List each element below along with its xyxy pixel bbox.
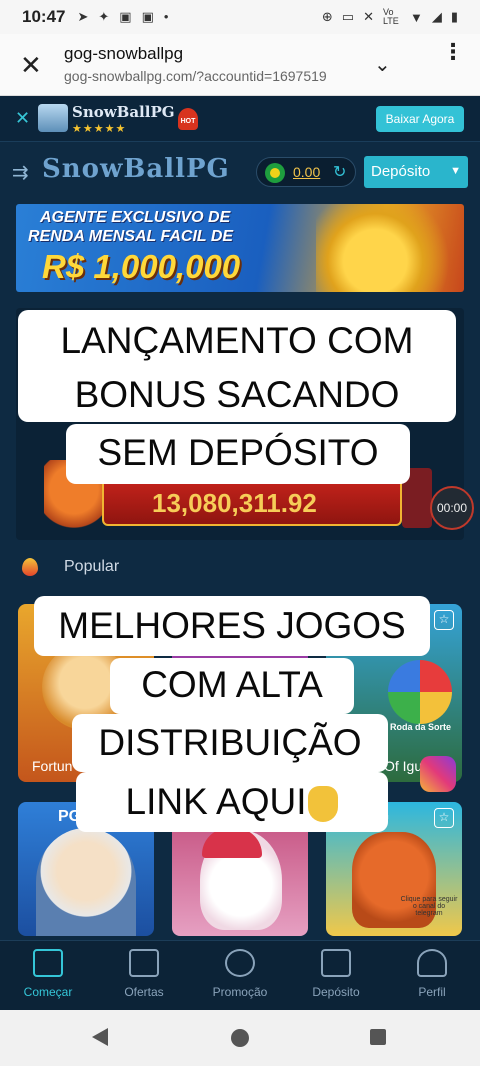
pointing-down-hand-icon bbox=[308, 786, 339, 823]
system-icons: ⊕ ▭ ✕ Vo LTE ▼ ◢ ▮ bbox=[322, 8, 458, 26]
nav-item-promocao[interactable]: Promoção bbox=[200, 949, 280, 999]
caption-line: LANÇAMENTO COM bbox=[60, 320, 414, 361]
site-header: ⇉ SnowBallPG 0.00 ↻ Depósito ▼ bbox=[0, 142, 480, 200]
nav-label: Depósito bbox=[312, 985, 360, 999]
app-logo bbox=[38, 104, 68, 132]
nav-label: Começar bbox=[23, 985, 73, 999]
close-promo-icon[interactable]: ✕ bbox=[15, 108, 30, 129]
more-options-icon[interactable]: ⋮ bbox=[442, 41, 464, 63]
telegram-note: Clique para seguir o canal do telegram bbox=[400, 896, 458, 917]
app-download-bar: ✕ SnowBallPG ★★★★★ HOT Baixar Agora bbox=[0, 96, 480, 142]
caption-overlay: SEM DEPÓSITO bbox=[66, 424, 410, 484]
menu-icon[interactable]: ⇉ bbox=[12, 160, 29, 185]
game-name: Fortun bbox=[32, 758, 73, 774]
favorite-star-icon[interactable]: ☆ bbox=[434, 808, 454, 828]
wheel-illustration bbox=[388, 660, 452, 724]
recents-icon[interactable] bbox=[370, 1029, 386, 1045]
phone-screen: 10:47 ➤ ✦ ▣ ▣ • ⊕ ▭ ✕ Vo LTE ▼ ◢ ▮ ✕ gog… bbox=[0, 0, 480, 1066]
caption-overlay: COM ALTA bbox=[110, 658, 354, 714]
android-navigation-bar bbox=[0, 1010, 480, 1066]
mute-icon: ✕ bbox=[363, 9, 374, 24]
data-saver-icon: ⊕ bbox=[321, 9, 333, 24]
wallet-icon bbox=[321, 949, 351, 977]
volte-icon: Vo LTE bbox=[382, 7, 399, 26]
status-bar: 10:47 ➤ ✦ ▣ ▣ • ⊕ ▭ ✕ Vo LTE ▼ ◢ ▮ bbox=[0, 0, 480, 34]
telegram-icon: ➤ bbox=[77, 9, 89, 24]
notification-icons: ➤ ✦ ▣ ▣ • bbox=[77, 9, 168, 25]
caption-line: LINK AQUI bbox=[125, 781, 307, 822]
people-icon bbox=[225, 949, 255, 977]
caption-overlay: LINK AQUI bbox=[76, 772, 388, 832]
close-icon[interactable]: ✕ bbox=[20, 50, 42, 81]
dot-icon: • bbox=[163, 9, 169, 24]
banner-line1: AGENTE EXCLUSIVO DE bbox=[40, 209, 231, 226]
section-title: Popular bbox=[64, 558, 120, 575]
user-icon bbox=[417, 949, 447, 977]
wifi-icon: ▼ bbox=[409, 9, 423, 25]
url-field[interactable]: gog-snowballpg.com/?accountid=1697519 bbox=[64, 68, 354, 84]
favorite-star-icon[interactable]: ☆ bbox=[434, 610, 454, 630]
hot-badge: HOT bbox=[178, 108, 198, 130]
gift-icon bbox=[129, 949, 159, 977]
brazil-flag-icon bbox=[265, 163, 285, 183]
balance-value: 0.00 bbox=[293, 164, 321, 180]
banner-line2: RENDA MENSAL FACIL DE bbox=[28, 228, 234, 245]
cast-icon: ▭ bbox=[341, 9, 355, 24]
app-icon: ▣ bbox=[119, 9, 132, 24]
nav-item-ofertas[interactable]: Ofertas bbox=[104, 949, 184, 999]
caret-down-icon: ▼ bbox=[450, 165, 461, 177]
signal-icon: ◢ bbox=[431, 9, 442, 24]
web-page: ✕ SnowBallPG ★★★★★ HOT Baixar Agora ⇉ Sn… bbox=[0, 96, 480, 1010]
deposit-label: Depósito bbox=[371, 163, 431, 180]
caption-overlay: MELHORES JOGOS bbox=[34, 596, 430, 656]
back-icon[interactable] bbox=[92, 1028, 108, 1046]
nav-label: Ofertas bbox=[124, 985, 164, 999]
rating-stars: ★★★★★ bbox=[72, 123, 127, 135]
chevron-down-icon[interactable]: ⌄ bbox=[374, 52, 391, 77]
browser-toolbar: ✕ gog-snowballpg gog-snowballpg.com/?acc… bbox=[0, 34, 480, 96]
caption-line: BONUS SACANDO bbox=[74, 374, 400, 415]
caption-line: DISTRIBUIÇÃO bbox=[98, 722, 362, 763]
promo-banner[interactable]: AGENTE EXCLUSIVO DE RENDA MENSAL FACIL D… bbox=[16, 204, 464, 292]
nav-item-perfil[interactable]: Perfil bbox=[392, 949, 472, 999]
app-icon: ▣ bbox=[141, 9, 154, 24]
download-button[interactable]: Baixar Agora bbox=[376, 106, 464, 132]
coins-illustration bbox=[316, 204, 464, 292]
game-name: Of Igu bbox=[384, 758, 423, 774]
section-popular: Popular bbox=[22, 558, 119, 576]
battery-icon: ▮ bbox=[450, 9, 458, 24]
video-timer: 00:00 bbox=[430, 486, 474, 530]
nav-item-deposito[interactable]: Depósito bbox=[296, 949, 376, 999]
promo-brand: SnowBallPG bbox=[72, 103, 175, 121]
nav-item-comecar[interactable]: Começar bbox=[8, 949, 88, 999]
banner-amount: R$ 1,000,000 bbox=[42, 248, 241, 285]
site-logo[interactable]: SnowBallPG bbox=[42, 154, 230, 184]
deposit-dropdown[interactable]: Depósito ▼ bbox=[364, 156, 468, 188]
caption-line: COM ALTA bbox=[141, 664, 323, 705]
nav-label: Perfil bbox=[418, 985, 446, 999]
character-illustration bbox=[36, 828, 136, 936]
balance-pill[interactable]: 0.00 ↻ bbox=[256, 157, 356, 187]
caption-line: SEM DEPÓSITO bbox=[97, 432, 379, 473]
jackpot-value: 13,080,311.92 bbox=[152, 488, 317, 518]
caption-overlay: LANÇAMENTO COM BONUS SACANDO bbox=[18, 310, 456, 422]
status-time: 10:47 bbox=[22, 7, 66, 26]
home-icon bbox=[33, 949, 63, 977]
nav-label: Promoção bbox=[212, 985, 268, 999]
caption-line: MELHORES JOGOS bbox=[58, 605, 406, 646]
home-button-icon[interactable] bbox=[231, 1029, 249, 1047]
refresh-icon[interactable]: ↻ bbox=[333, 162, 346, 182]
fire-icon bbox=[22, 558, 38, 576]
wheel-label: Roda da Sorte bbox=[390, 722, 452, 732]
instagram-icon[interactable] bbox=[420, 756, 456, 792]
site-title: gog-snowballpg bbox=[64, 44, 184, 63]
ai-icon: ✦ bbox=[98, 9, 110, 24]
bottom-navigation: Começar Ofertas Promoção Depósito Perfil bbox=[0, 940, 480, 1010]
caption-overlay: DISTRIBUIÇÃO bbox=[72, 714, 388, 772]
